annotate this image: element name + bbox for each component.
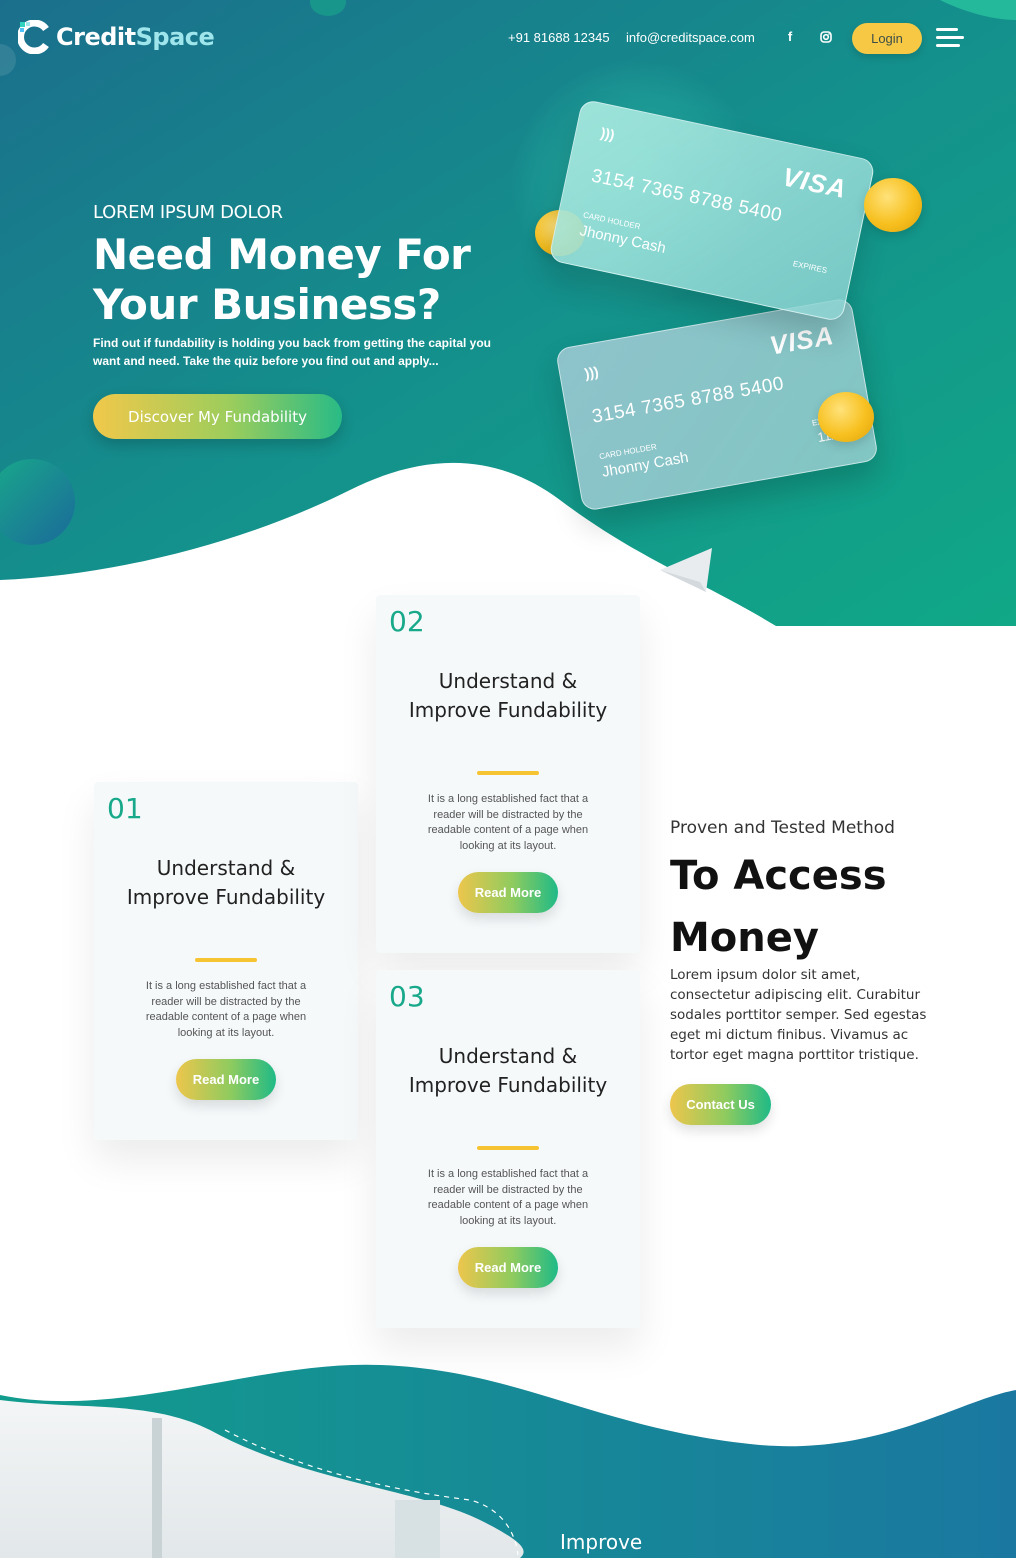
step-title: Understand & Improve Fundability: [408, 669, 608, 722]
login-button[interactable]: Login: [852, 23, 922, 54]
facebook-icon[interactable]: f: [782, 29, 798, 45]
card-brand: VISA: [767, 319, 837, 361]
step-number: 01: [107, 792, 143, 825]
nav-email-link[interactable]: info@creditspace.com: [626, 30, 755, 45]
logo[interactable]: CreditSpace: [18, 20, 215, 54]
step-card-01: 01 Understand & Improve Fundability It i…: [94, 782, 358, 1140]
hero-eyebrow: LOREM IPSUM DOLOR: [93, 202, 283, 223]
step-description: It is a long established fact that a rea…: [145, 980, 307, 1039]
card-number: 3154 7365 8788 5400: [590, 373, 786, 428]
hero-description: Find out if fundability is holding you b…: [93, 336, 491, 368]
method-eyebrow: Proven and Tested Method: [670, 818, 895, 838]
step-divider: [477, 771, 539, 775]
next-section-heading: Improve: [560, 1530, 643, 1554]
step-title: Understand & Improve Fundability: [126, 856, 326, 909]
step-title: Understand & Improve Fundability: [408, 1044, 608, 1097]
method-title: To Access Money: [670, 853, 887, 961]
card-expires-label: EXPIRES: [792, 259, 828, 276]
bottom-section-background: [0, 1364, 1016, 1558]
contact-us-button[interactable]: Contact Us: [670, 1084, 771, 1125]
step-number: 02: [389, 605, 425, 638]
step-card-02: 02 Understand & Improve Fundability It i…: [376, 595, 640, 953]
nfc-icon: ))): [599, 124, 617, 143]
coin-icon: [818, 392, 874, 442]
read-more-button[interactable]: Read More: [458, 1247, 558, 1288]
step-divider: [477, 1146, 539, 1150]
step-description: It is a long established fact that a rea…: [427, 1168, 589, 1227]
nav-phone-link[interactable]: +91 81688 12345: [508, 30, 610, 45]
menu-icon[interactable]: [936, 28, 964, 50]
nfc-icon: ))): [583, 363, 600, 382]
coin-icon: [864, 178, 922, 232]
logo-text: CreditSpace: [56, 23, 215, 51]
step-description: It is a long established fact that a rea…: [427, 793, 589, 852]
hero-title: Need Money For Your Business?: [93, 230, 471, 329]
read-more-button[interactable]: Read More: [176, 1059, 276, 1100]
discover-fundability-button[interactable]: Discover My Fundability: [93, 394, 342, 439]
step-number: 03: [389, 980, 425, 1013]
step-divider: [195, 958, 257, 962]
instagram-icon[interactable]: [818, 29, 834, 45]
logo-mark-icon: [18, 20, 49, 54]
method-description: Lorem ipsum dolor sit amet, consectetur …: [670, 967, 927, 1063]
read-more-button[interactable]: Read More: [458, 872, 558, 913]
step-card-03: 03 Understand & Improve Fundability It i…: [376, 970, 640, 1328]
card-brand: VISA: [779, 161, 850, 205]
